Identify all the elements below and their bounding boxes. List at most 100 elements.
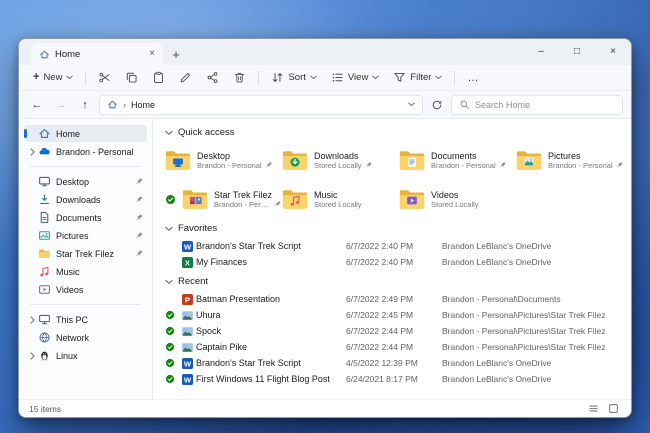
search-box[interactable] [451, 94, 623, 115]
sidebar-item-linux[interactable]: Linux [24, 347, 147, 364]
tile-text: Documents Brandon - Personal [431, 151, 507, 170]
file-explorer-window: Home × + – □ × + New Sort View Filter … … [18, 38, 632, 418]
file-location: Brandon LeBlanc's OneDrive [442, 358, 552, 368]
sidebar-item-star-trek-filez[interactable]: Star Trek Filez [24, 245, 147, 262]
sidebar-item-network[interactable]: Network [24, 329, 147, 346]
sidebar-item-music[interactable]: Music [24, 263, 147, 280]
new-button-label: New [43, 72, 63, 83]
up-button[interactable]: ↑ [75, 95, 95, 115]
search-input[interactable] [475, 99, 615, 110]
tile-text: Videos Stored Locally [431, 190, 479, 209]
copy-button[interactable] [119, 68, 144, 88]
file-row-brandon-s-star-trek-script[interactable]: W Brandon's Star Trek Script 4/5/2022 12:3… [165, 355, 631, 371]
details-view-button[interactable] [585, 402, 601, 416]
paste-button[interactable] [146, 68, 171, 88]
sidebar-item-label: Desktop [56, 176, 90, 187]
tile-sub-label: Brandon - Personal [548, 160, 613, 170]
quick-access-tile-downloads[interactable]: Downloads Stored Locally [282, 144, 399, 176]
address-field[interactable]: › Home [99, 94, 423, 115]
quick-access-tile-documents[interactable]: Documents Brandon - Personal [399, 144, 516, 176]
file-row-captain-pike[interactable]: Captain Pike 6/7/2022 2:44 PM Brandon - Pe… [165, 339, 631, 355]
file-date: 6/7/2022 2:45 PM [346, 310, 414, 320]
pc-icon [37, 313, 52, 326]
file-row-spock[interactable]: Spock 6/7/2022 2:44 PM Brandon - Personal\… [165, 323, 631, 339]
tile-sub-label: Brandon - Perso...\Pictures [214, 199, 271, 209]
chevron-right-icon[interactable] [27, 315, 37, 324]
quick-access-tile-pictures[interactable]: Pictures Brandon - Personal [516, 144, 631, 176]
sidebar-item-desktop[interactable]: Desktop [24, 173, 147, 190]
pin-icon [135, 249, 144, 258]
svg-text:X: X [185, 258, 191, 267]
new-button[interactable]: + New [27, 68, 79, 88]
file-date: 4/5/2022 12:39 PM [346, 358, 418, 368]
sidebar-divider [30, 304, 141, 305]
sort-button[interactable]: Sort [265, 68, 322, 88]
toolbar-separator [85, 70, 87, 85]
sidebar-item-brandon-personal[interactable]: Brandon - Personal [24, 143, 147, 160]
file-row-uhura[interactable]: Uhura 6/7/2022 2:45 PM Brandon - Personal\… [165, 307, 631, 323]
file-row-my-finances[interactable]: X My Finances 6/7/2022 2:40 PM Brandon LeBl… [165, 254, 631, 270]
section-header-quick-access[interactable]: Quick access [153, 121, 631, 142]
file-row-batman-presentation[interactable]: P Batman Presentation 6/7/2022 2:49 PM Bran… [165, 291, 631, 307]
more-options-button[interactable]: … [461, 72, 484, 84]
tab-close-icon[interactable]: × [149, 49, 155, 59]
quick-access-tile-desktop[interactable]: Desktop Brandon - Personal [165, 144, 282, 176]
thumbnails-view-button[interactable] [605, 402, 621, 416]
back-button[interactable]: ← [27, 95, 47, 115]
view-button[interactable]: View [325, 68, 385, 88]
tile-sub: Stored Locally [314, 161, 373, 170]
forward-button[interactable]: → [51, 95, 71, 115]
section-header-recent[interactable]: Recent [153, 270, 631, 291]
maximize-button[interactable]: □ [559, 39, 595, 64]
file-name: Uhura [196, 310, 221, 320]
refresh-button[interactable] [427, 95, 447, 115]
sidebar-item-home[interactable]: Home [24, 125, 147, 142]
file-row-first-windows-11-flight-blog-post[interactable]: W First Windows 11 Flight Blog Post 6/24/2… [165, 371, 631, 387]
file-name: Brandon's Star Trek Script [196, 241, 301, 251]
delete-button[interactable] [227, 68, 252, 88]
delete-icon [233, 71, 246, 84]
thumbnails-view-icon [608, 403, 619, 414]
share-button[interactable] [200, 68, 225, 88]
sidebar-item-label: Pictures [56, 230, 89, 241]
quick-access-tile-videos[interactable]: Videos Stored Locally [399, 183, 516, 215]
breadcrumb[interactable]: Home [131, 100, 155, 110]
view-toggles [585, 402, 621, 416]
paste-icon [152, 71, 165, 84]
section-header-favorites[interactable]: Favorites [153, 217, 631, 238]
cut-button[interactable] [92, 68, 117, 88]
new-tab-button[interactable]: + [163, 43, 189, 65]
sidebar-item-videos[interactable]: Videos [24, 281, 147, 298]
close-button[interactable]: × [595, 39, 631, 64]
minimize-button[interactable]: – [523, 39, 559, 64]
quick-access-tile-star-trek-filez[interactable]: Star Trek FilezBrandon - Perso...\Pictur… [165, 183, 282, 215]
tile-text: Music Stored Locally [314, 190, 362, 209]
sidebar-item-pictures[interactable]: Pictures [24, 227, 147, 244]
sidebar-item-downloads[interactable]: Downloads [24, 191, 147, 208]
file-row-brandon-s-star-trek-script[interactable]: W Brandon's Star Trek Script 6/7/2022 2:40… [165, 238, 631, 254]
share-icon [206, 71, 219, 84]
window-controls: – □ × [523, 39, 631, 64]
word-icon: W [179, 373, 196, 386]
chevron-right-icon[interactable] [27, 147, 37, 156]
sidebar-item-label: Home [56, 128, 81, 139]
file-location: Brandon - Personal\Pictures\Star Trek Fi… [442, 342, 606, 352]
folder-pictures-icon [516, 150, 542, 171]
sidebar-item-documents[interactable]: Documents [24, 209, 147, 226]
file-name: Brandon's Star Trek Script [196, 358, 301, 368]
desktop-icon [37, 175, 52, 188]
address-bar: ← → ↑ › Home [19, 91, 631, 119]
chevron-right-icon[interactable] [27, 351, 37, 360]
chevron-down-icon [66, 75, 74, 80]
sidebar-item-this-pc[interactable]: This PC [24, 311, 147, 328]
filter-button[interactable]: Filter [387, 68, 448, 88]
folder-downloads-icon [282, 150, 308, 171]
chevron-down-icon[interactable] [408, 102, 415, 107]
sidebar-item-label: Star Trek Filez [56, 248, 115, 259]
chevron-down-icon [165, 226, 173, 232]
quick-access-tile-music[interactable]: Music Stored Locally [282, 183, 399, 215]
view-icon [331, 71, 344, 84]
tab-home[interactable]: Home × [31, 43, 163, 65]
rename-button[interactable] [173, 68, 198, 88]
sort-icon [271, 71, 284, 84]
